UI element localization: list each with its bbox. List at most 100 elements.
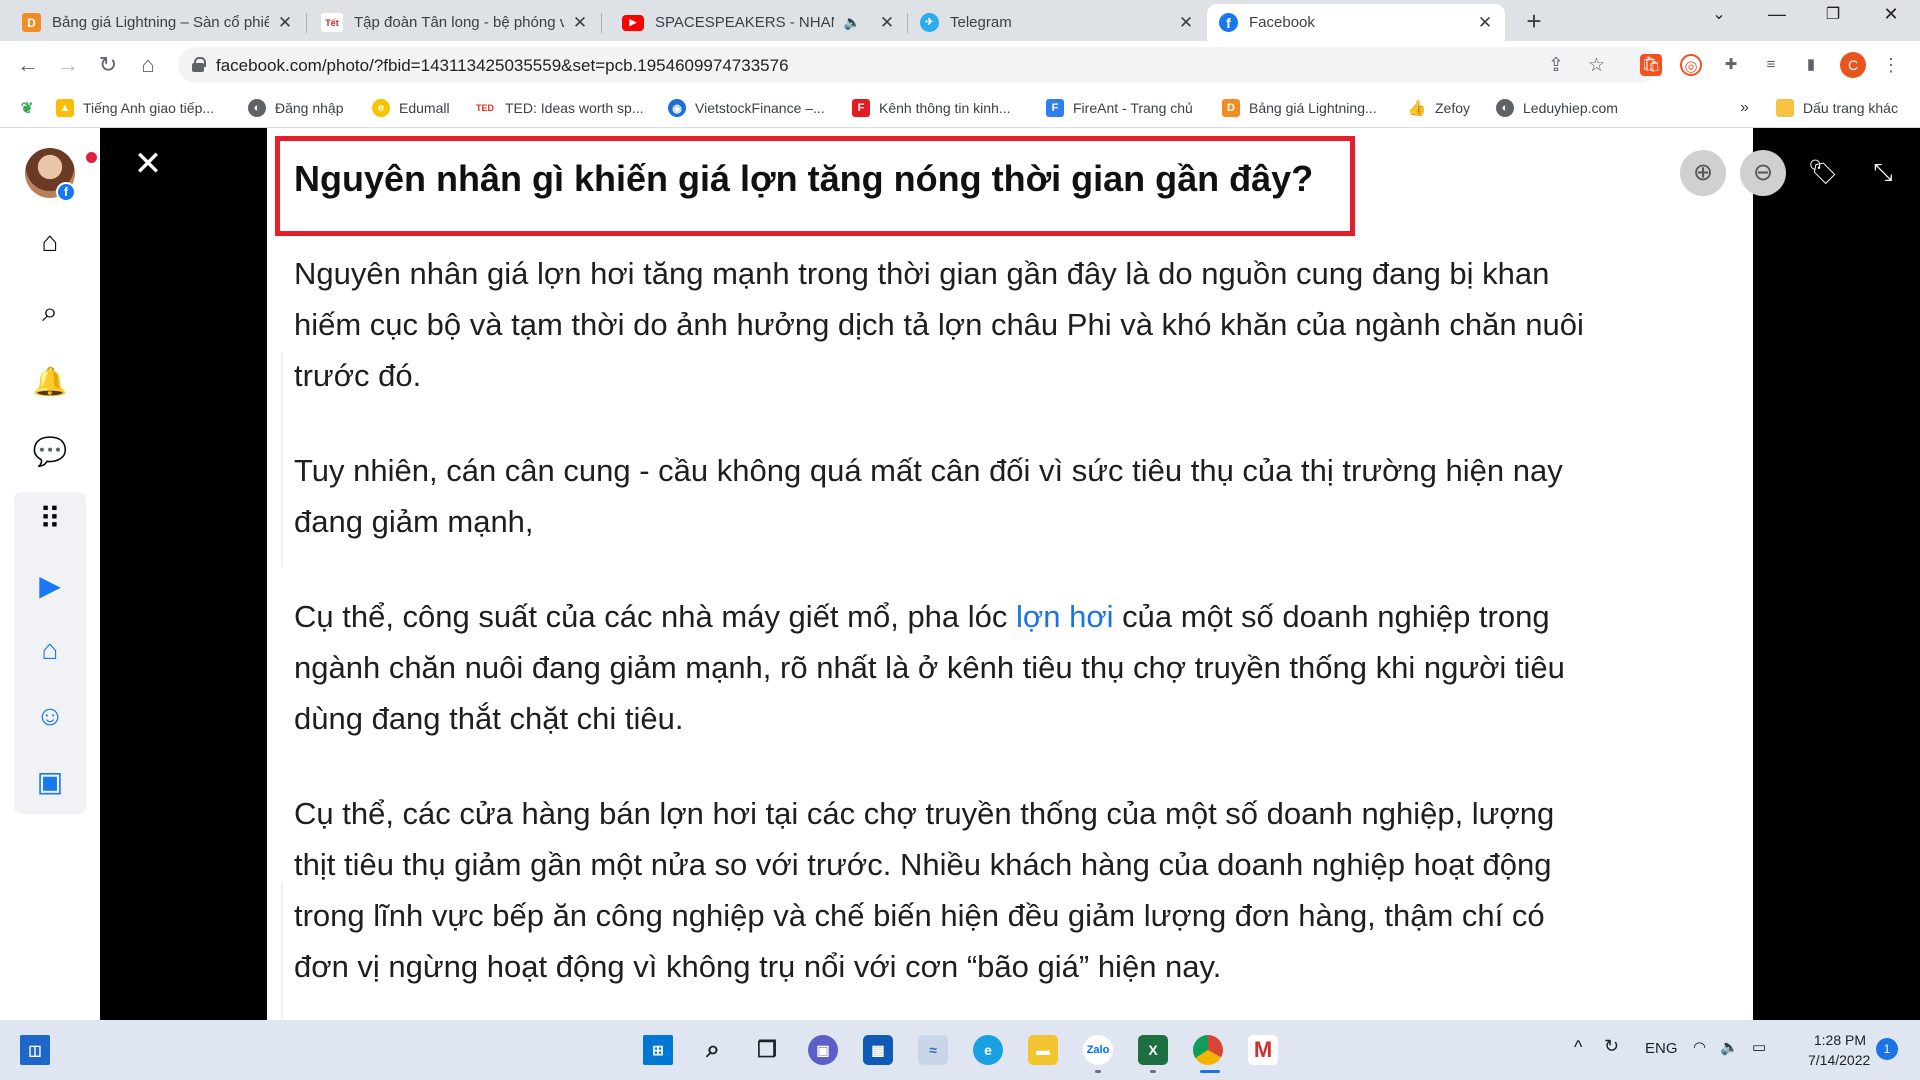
ted-icon: TED [474, 99, 496, 117]
tab-facebook[interactable]: f Facebook ✕ [1207, 4, 1505, 41]
share-icon[interactable]: ⇪ [1548, 54, 1564, 77]
notifications-bell-icon[interactable]: 🔔 [32, 364, 68, 400]
task-view-icon[interactable]: ❐ [752, 1035, 782, 1065]
start-icon[interactable]: ⊞ [643, 1035, 673, 1065]
globe-icon: ◐ [248, 99, 266, 117]
browser-toolbar: ← → ↻ ⌂ facebook.com/photo/?fbid=1431134… [0, 41, 1920, 90]
telegram-favicon-icon: ✈ [920, 13, 939, 32]
notification-count-badge[interactable]: 1 [1876, 1038, 1898, 1060]
tab-spacespeakers[interactable]: ▶ SPACESPEAKERS - NHANH L 🔈 ✕ [602, 4, 907, 41]
bookmark-star-icon[interactable]: ☆ [1588, 54, 1605, 77]
volume-icon[interactable]: 🔈 [1720, 1038, 1739, 1056]
search-icon[interactable]: ⌕ [698, 1035, 728, 1065]
thumbs-up-icon: 👍 [1407, 99, 1427, 117]
tan-long-favicon-icon: Tết [321, 13, 343, 32]
bookmark-item[interactable]: ◐ Leduyhiep.com [1496, 99, 1618, 117]
clock[interactable]: 1:28 PM 7/14/2022 [1808, 1030, 1870, 1070]
article-link[interactable]: lợn hơi [1016, 599, 1114, 634]
exit-fullscreen-icon[interactable]: ⤡ [1860, 150, 1906, 196]
bookmark-item[interactable]: ▲ Tiếng Anh giao tiếp... [56, 99, 214, 117]
paragraph-1: Nguyên nhân giá lợn hơi tăng mạnh trong … [294, 256, 1584, 393]
tab-close-icon[interactable]: ✕ [1176, 13, 1196, 33]
bookmark-item[interactable]: e Edumall [372, 99, 450, 117]
honey-extension-icon[interactable]: ◎ [1680, 54, 1702, 76]
red-app-icon[interactable]: M [1248, 1035, 1278, 1065]
bookmark-item[interactable]: ◐ Đăng nhập [248, 99, 344, 117]
chrome-icon[interactable] [1193, 1035, 1223, 1065]
home-icon[interactable]: ⌂ [134, 51, 162, 79]
other-bookmarks[interactable]: Dấu trang khác [1776, 99, 1898, 117]
tab-close-icon[interactable]: ✕ [877, 13, 897, 33]
home-icon[interactable]: ⌂ [32, 224, 68, 260]
tab-lightning[interactable]: D Bảng giá Lightning – Sàn cổ phiế ✕ [0, 4, 305, 41]
tag-icon[interactable]: 🏷 [1800, 150, 1846, 196]
vietstock-icon: ◉ [668, 99, 686, 117]
language-indicator[interactable]: ENG [1645, 1040, 1678, 1057]
lock-icon[interactable] [192, 57, 206, 72]
forward-icon[interactable]: → [54, 51, 82, 79]
url-text[interactable]: facebook.com/photo/?fbid=143113425035559… [216, 56, 789, 76]
photo-content: Nguyên nhân gì khiến giá lợn tăng nóng t… [267, 128, 1753, 1020]
tab-title: Telegram [950, 14, 1012, 31]
file-explorer-icon[interactable]: ▬ [1028, 1035, 1058, 1065]
tray-overflow-chevron-icon[interactable]: ^ [1574, 1037, 1582, 1058]
stocks-app-icon[interactable]: ≈ [918, 1035, 948, 1065]
store-icon[interactable]: ▦ [863, 1035, 893, 1065]
back-icon[interactable]: ← [14, 51, 42, 79]
chat-icon[interactable]: ▣ [808, 1035, 838, 1065]
widgets-icon[interactable]: ◫ [20, 1035, 50, 1065]
bookmark-item[interactable]: D Bảng giá Lightning... [1222, 99, 1377, 117]
fireant-icon: F [1046, 99, 1064, 117]
bookmark-item[interactable]: 👍 Zefoy [1408, 99, 1470, 117]
menu-grid-icon[interactable]: ⠿ [32, 502, 68, 538]
new-tab-button[interactable]: + [1520, 6, 1548, 37]
sync-icon[interactable]: ↻ [1604, 1036, 1619, 1057]
tab-close-icon[interactable]: ✕ [1475, 13, 1495, 33]
bookmark-item[interactable]: ◉ VietstockFinance –... [668, 99, 825, 117]
tab-search-chevron-icon[interactable]: ⌄ [1704, 4, 1734, 24]
side-panel-icon[interactable]: ▮ [1800, 54, 1822, 76]
reload-icon[interactable]: ↻ [94, 51, 122, 79]
excel-icon[interactable]: X [1138, 1035, 1168, 1065]
close-window-icon[interactable]: ✕ [1876, 4, 1906, 25]
shopping-extension-icon[interactable]: 🛍 [1640, 54, 1662, 76]
lightning-icon: D [1222, 99, 1240, 117]
tab-close-icon[interactable]: ✕ [570, 13, 590, 33]
zalo-icon[interactable]: Zalo [1083, 1035, 1113, 1065]
media-control-icon[interactable]: ≡ [1760, 54, 1782, 76]
minimize-icon[interactable]: — [1762, 4, 1792, 25]
bookmark-item[interactable]: F FireAnt - Trang chủ [1046, 99, 1193, 117]
watch-video-icon[interactable]: ▶ [32, 568, 68, 604]
address-bar[interactable]: facebook.com/photo/?fbid=143113425035559… [178, 47, 1658, 83]
messenger-icon[interactable]: 💬 [32, 434, 68, 470]
edumall-icon: e [372, 99, 390, 117]
bookmark-item[interactable]: F Kênh thông tin kinh... [852, 99, 1011, 117]
edge-icon[interactable]: e [973, 1035, 1003, 1065]
tab-tan-long[interactable]: Tết Tập đoàn Tân long - bệ phóng vữ ✕ [307, 4, 600, 41]
groups-icon[interactable]: ☺ [32, 698, 68, 734]
wifi-icon[interactable]: ◠ [1693, 1038, 1706, 1056]
windows-taskbar: ◫ ⊞ ⌕ ❐ ▣ ▦ ≈ e ▬ Zalo X M ^ ↻ ENG ◠ 🔈 ▭… [0, 1020, 1920, 1080]
battery-icon[interactable]: ▭ [1752, 1038, 1766, 1056]
tab-telegram[interactable]: ✈ Telegram ✕ [908, 4, 1206, 41]
extensions-puzzle-icon[interactable]: ✚ [1720, 54, 1742, 76]
close-viewer-icon[interactable]: ✕ [130, 146, 166, 182]
bookmark-item[interactable]: TED TED: Ideas worth sp... [474, 99, 644, 117]
marketplace-icon[interactable]: ⌂ [32, 632, 68, 668]
gaming-icon[interactable]: ▣ [32, 764, 68, 800]
zoom-out-icon[interactable]: ⊖ [1740, 150, 1786, 196]
notification-dot [86, 152, 97, 163]
globe-icon: ◐ [1496, 99, 1514, 117]
search-icon[interactable]: ⌕ [32, 294, 68, 330]
apps-leaf-icon[interactable]: ❦ [18, 99, 45, 117]
profile-avatar[interactable]: C [1840, 52, 1866, 78]
zoom-in-icon[interactable]: ⊕ [1680, 150, 1726, 196]
facebook-badge-icon: f [56, 182, 76, 202]
tab-close-icon[interactable]: ✕ [275, 13, 295, 33]
tab-audio-icon[interactable]: 🔈 [844, 14, 861, 31]
restore-icon[interactable]: ❐ [1818, 4, 1848, 24]
folder-icon [1776, 99, 1794, 117]
chrome-menu-icon[interactable]: ⋮ [1880, 54, 1902, 76]
paragraph-3: Cụ thể, công suất của các nhà máy giết m… [294, 599, 1565, 736]
bookmarks-overflow-icon[interactable]: » [1740, 99, 1749, 117]
